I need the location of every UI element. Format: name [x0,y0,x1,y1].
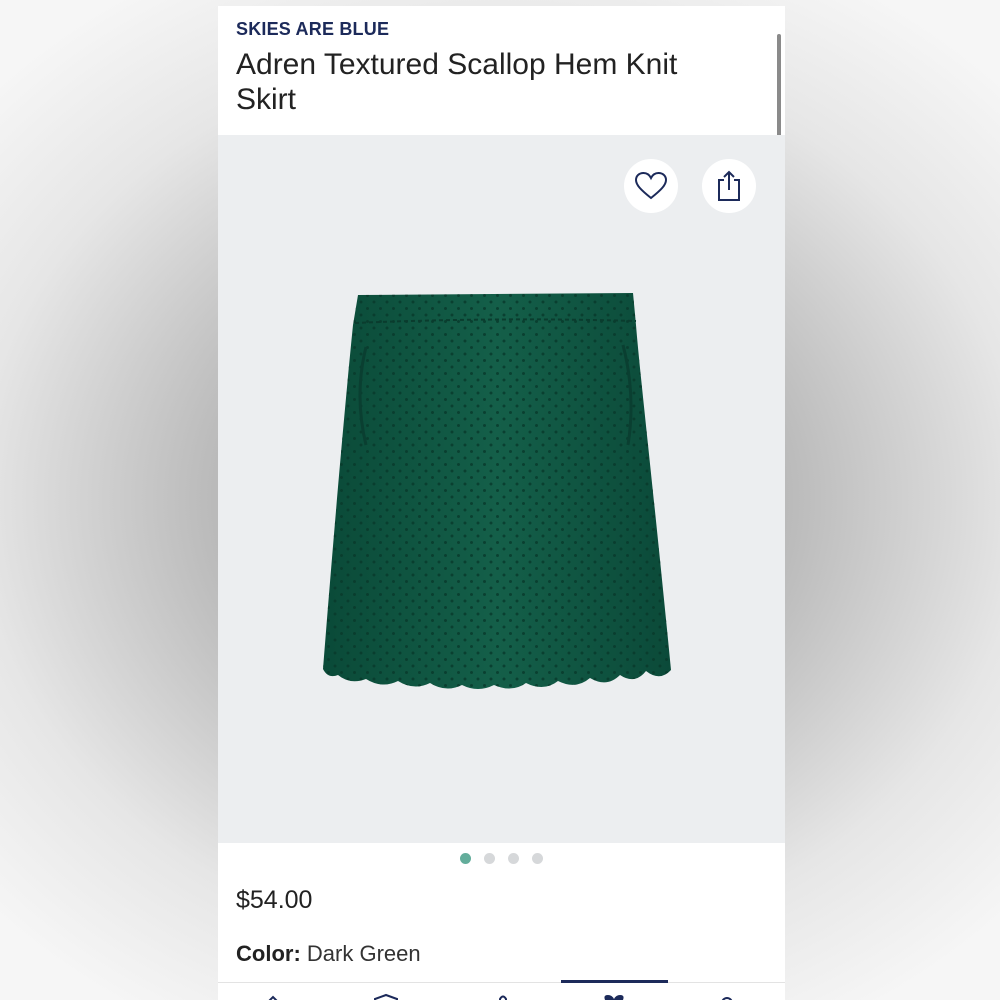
home-icon[interactable] [260,993,286,1000]
color-label: Color: [236,941,301,966]
favorite-button[interactable] [624,159,678,213]
carousel-dot[interactable] [508,853,519,864]
carousel-dot[interactable] [460,853,471,864]
brand-name[interactable]: SKIES ARE BLUE [236,19,389,40]
product-image [323,293,671,689]
heart-icon[interactable] [601,993,627,1000]
shield-icon[interactable] [373,993,399,1000]
product-screen: SKIES ARE BLUE Adren Textured Scallop He… [218,6,785,1000]
carousel-dot[interactable] [532,853,543,864]
product-title: Adren Textured Scallop Hem Knit Skirt [236,48,678,116]
carousel-pagination[interactable] [218,853,785,869]
product-price: $54.00 [236,886,313,914]
color-row: Color: Dark Green [236,941,421,967]
active-tab-indicator [561,980,668,983]
share-icon [718,170,740,201]
bag-icon[interactable] [490,993,516,1000]
product-image-carousel[interactable] [218,135,785,843]
color-value: Dark Green [306,941,421,966]
carousel-dot[interactable] [484,853,495,864]
share-button[interactable] [702,159,756,213]
profile-icon[interactable] [714,993,740,1000]
bottom-nav [218,980,785,1000]
heart-icon [635,172,667,200]
